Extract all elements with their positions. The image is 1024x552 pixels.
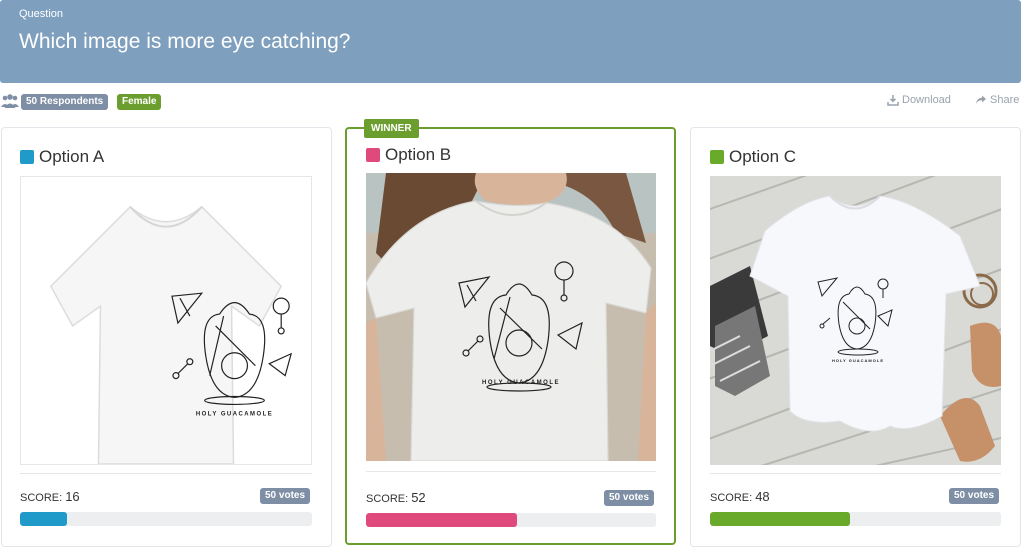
option-c-swatch [710, 150, 724, 164]
option-a-divider [20, 473, 312, 474]
share-label: Share [990, 94, 1020, 106]
option-a-swatch [20, 150, 34, 164]
option-b-divider [366, 471, 656, 472]
option-c-image[interactable]: HOLY GUACAMOLE [710, 176, 1001, 465]
question-label: Question [19, 8, 64, 20]
option-a-votes-badge: 50 votes [260, 488, 311, 504]
option-a-label: Option A [39, 147, 105, 166]
option-c-title: Option C [710, 147, 796, 167]
option-b-score-label: SCORE: [366, 493, 409, 505]
share-button[interactable]: Share [975, 94, 1019, 106]
option-a-print-text: HOLY GUACAMOLE [196, 411, 273, 417]
option-c-score-bar [710, 512, 1001, 526]
meta-row: 50 Respondents Female Download Share [0, 92, 1024, 112]
option-b-title: Option B [366, 145, 451, 165]
option-c-divider [710, 473, 1001, 474]
option-a-title: Option A [20, 147, 104, 167]
option-b-image[interactable]: HOLY GUACAMOLE [366, 173, 656, 461]
option-a-score: SCORE: 16 [20, 489, 80, 504]
download-button[interactable]: Download [887, 94, 951, 106]
option-b-label: Option B [385, 145, 452, 164]
option-a-score-label: SCORE: [20, 492, 63, 504]
winner-badge: WINNER [364, 119, 419, 138]
respondents-badge: 50 Respondents [21, 94, 109, 110]
option-b-print-text: HOLY GUACAMOLE [482, 380, 560, 386]
question-header: Question Which image is more eye catchin… [0, 0, 1021, 83]
option-a-score-bar [20, 512, 312, 526]
option-a-score-fill [20, 512, 67, 526]
option-a-score-value: 16 [65, 489, 80, 504]
option-c-label: Option C [729, 147, 797, 166]
filter-badge[interactable]: Female [117, 94, 162, 110]
share-icon [976, 95, 986, 104]
download-icon [887, 95, 899, 106]
option-b-score-value: 52 [411, 490, 426, 505]
option-b-score: SCORE: 52 [366, 490, 426, 505]
option-b-score-bar [366, 513, 656, 527]
download-label: Download [902, 94, 951, 106]
option-c-score-value: 48 [755, 489, 770, 504]
question-title: Which image is more eye catching? [19, 30, 351, 53]
option-c-score-label: SCORE: [710, 492, 753, 504]
option-c-score-fill [710, 512, 850, 526]
option-b-swatch [366, 148, 380, 162]
option-a-image[interactable]: HOLY GUACAMOLE [20, 176, 312, 465]
option-c-score: SCORE: 48 [710, 489, 770, 504]
option-b-votes-badge: 50 votes [604, 490, 655, 506]
option-c-votes-badge: 50 votes [949, 488, 1000, 504]
option-c-print-text: HOLY GUACAMOLE [832, 358, 884, 363]
people-icon [1, 94, 19, 108]
option-b-score-fill [366, 513, 517, 527]
